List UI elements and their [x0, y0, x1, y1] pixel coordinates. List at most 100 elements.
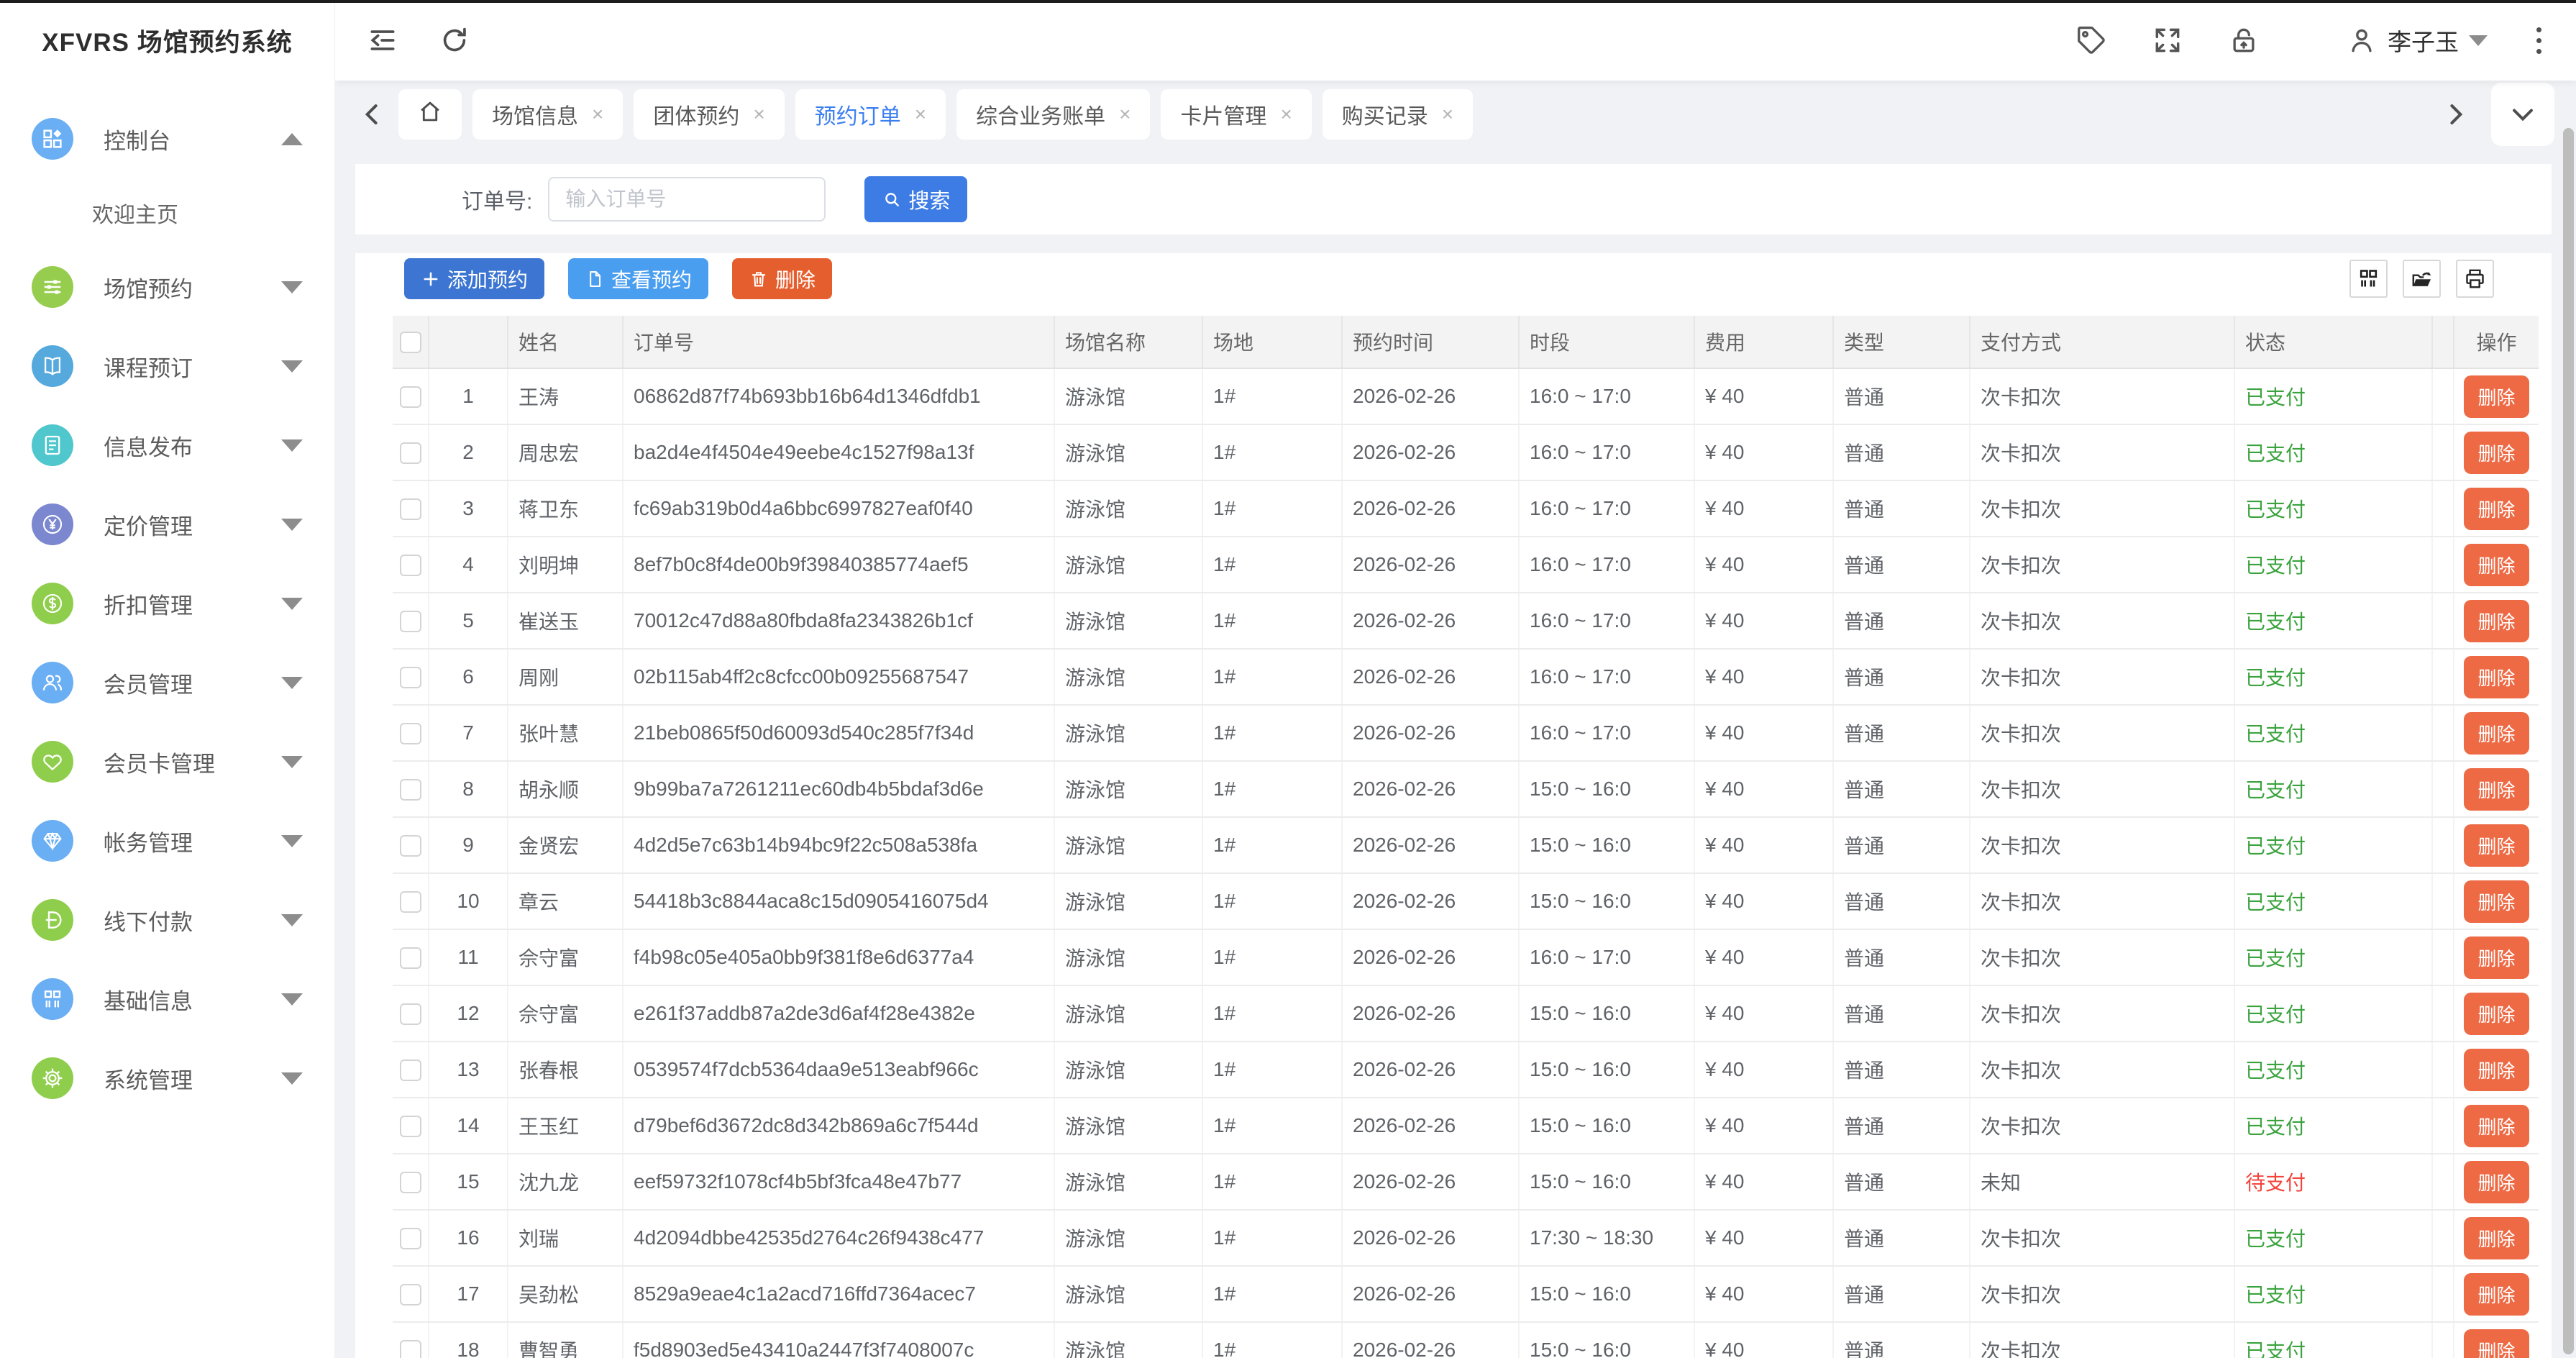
row-checkbox[interactable]	[400, 1284, 421, 1305]
sidebar-item-offline-payment[interactable]: 线下付款	[0, 880, 334, 960]
cell-venue: 游泳馆	[1054, 1098, 1202, 1154]
close-icon[interactable]: ×	[1119, 104, 1131, 124]
offline-pay-icon	[32, 899, 73, 941]
row-checkbox[interactable]	[400, 1059, 421, 1081]
row-checkbox[interactable]	[400, 723, 421, 744]
row-delete-button[interactable]: 删除	[2464, 1217, 2529, 1259]
close-icon[interactable]: ×	[592, 104, 603, 124]
cell-date: 2026-02-26	[1342, 480, 1519, 537]
tab-purchase-records[interactable]: 购买记录×	[1323, 89, 1473, 140]
sidebar-item-system[interactable]: 系统管理	[0, 1039, 334, 1118]
tabs-scroll-left-icon[interactable]	[357, 99, 388, 130]
row-delete-button[interactable]: 删除	[2464, 1329, 2529, 1358]
row-delete-button[interactable]: 删除	[2464, 993, 2529, 1035]
collapse-sidebar-icon[interactable]	[367, 24, 398, 56]
sidebar-subitem-welcome[interactable]: 欢迎主页	[0, 178, 334, 247]
tabs-dropdown-button[interactable]	[2491, 83, 2554, 146]
refresh-icon[interactable]	[439, 24, 470, 56]
row-checkbox[interactable]	[400, 498, 421, 520]
sidebar-item-venue-booking[interactable]: 场馆预约	[0, 247, 334, 327]
row-checkbox[interactable]	[400, 891, 421, 913]
lock-icon[interactable]	[2228, 24, 2260, 56]
row-checkbox[interactable]	[400, 1116, 421, 1137]
row-delete-button[interactable]: 删除	[2464, 600, 2529, 642]
vertical-scrollbar[interactable]	[2563, 128, 2574, 1354]
row-checkbox[interactable]	[400, 667, 421, 688]
export-icon[interactable]	[2403, 260, 2441, 298]
row-delete-button[interactable]: 删除	[2464, 432, 2529, 474]
fullscreen-icon[interactable]	[2152, 24, 2183, 56]
cell-action: 删除	[2454, 649, 2539, 705]
row-delete-button[interactable]: 删除	[2464, 544, 2529, 586]
row-delete-button[interactable]: 删除	[2464, 1049, 2529, 1091]
row-delete-button[interactable]: 删除	[2464, 1161, 2529, 1203]
status-badge: 已支付	[2245, 947, 2306, 970]
cell-checkbox	[393, 985, 429, 1042]
order-number-input[interactable]	[548, 177, 826, 222]
row-checkbox[interactable]	[400, 1340, 421, 1358]
sidebar-item-console[interactable]: 控制台	[0, 99, 334, 178]
tab-group-booking[interactable]: 团体预约×	[634, 89, 784, 140]
close-icon[interactable]: ×	[1280, 104, 1292, 124]
sidebar-item-base-info[interactable]: 基础信息	[0, 960, 334, 1039]
cell-name: 张春根	[508, 1042, 623, 1098]
cell-checkbox	[393, 1266, 429, 1322]
row-delete-button[interactable]: 删除	[2464, 1105, 2529, 1147]
columns-icon[interactable]	[2349, 260, 2388, 298]
cell-spacer	[2432, 368, 2454, 424]
tab-card-management[interactable]: 卡片管理×	[1161, 89, 1311, 140]
search-button[interactable]: 搜索	[864, 176, 967, 222]
cell-checkbox	[393, 649, 429, 705]
row-delete-button[interactable]: 删除	[2464, 937, 2529, 979]
cell-fee: ¥ 40	[1694, 1322, 1833, 1358]
view-booking-button[interactable]: 查看预约	[568, 258, 708, 299]
tab-venue-info[interactable]: 场馆信息×	[472, 89, 623, 140]
row-checkbox[interactable]	[400, 947, 421, 969]
sidebar-item-pricing[interactable]: 定价管理	[0, 485, 334, 564]
sidebar-item-member-cards[interactable]: 会员卡管理	[0, 722, 334, 801]
row-delete-button[interactable]: 删除	[2464, 824, 2529, 867]
row-checkbox[interactable]	[400, 442, 421, 464]
cell-spacer	[2432, 705, 2454, 761]
tab-home[interactable]	[398, 89, 462, 140]
row-checkbox[interactable]	[400, 779, 421, 801]
select-all-checkbox[interactable]	[400, 332, 421, 353]
row-delete-button[interactable]: 删除	[2464, 768, 2529, 811]
close-icon[interactable]: ×	[915, 104, 926, 124]
close-icon[interactable]: ×	[753, 104, 764, 124]
sidebar-item-info-publish[interactable]: 信息发布	[0, 406, 334, 485]
cell-venue: 游泳馆	[1054, 929, 1202, 985]
sidebar-item-course-booking[interactable]: 课程预订	[0, 327, 334, 406]
row-checkbox[interactable]	[400, 1228, 421, 1249]
row-checkbox[interactable]	[400, 555, 421, 576]
sidebar-item-accounting[interactable]: 帐务管理	[0, 801, 334, 880]
row-delete-button[interactable]: 删除	[2464, 1273, 2529, 1316]
row-delete-button[interactable]: 删除	[2464, 712, 2529, 755]
tag-icon[interactable]	[2075, 24, 2107, 56]
row-checkbox[interactable]	[400, 386, 421, 408]
tabs-scroll-right-icon[interactable]	[2439, 99, 2471, 130]
row-delete-button[interactable]: 删除	[2464, 656, 2529, 698]
print-icon[interactable]	[2456, 260, 2494, 298]
row-checkbox[interactable]	[400, 835, 421, 857]
row-checkbox[interactable]	[400, 1172, 421, 1193]
close-icon[interactable]: ×	[1442, 104, 1453, 124]
cell-name: 张叶慧	[508, 705, 623, 761]
cell-checkbox	[393, 593, 429, 649]
add-booking-button[interactable]: 添加预约	[404, 258, 544, 299]
row-delete-button[interactable]: 删除	[2464, 488, 2529, 530]
tab-business-bills[interactable]: 综合业务账单×	[956, 89, 1150, 140]
sidebar-item-discount[interactable]: 折扣管理	[0, 564, 334, 643]
row-delete-button[interactable]: 删除	[2464, 880, 2529, 923]
row-checkbox[interactable]	[400, 1003, 421, 1025]
sidebar-item-members[interactable]: 会员管理	[0, 643, 334, 722]
row-checkbox[interactable]	[400, 611, 421, 632]
more-menu-icon[interactable]	[2534, 24, 2544, 57]
tab-booking-orders[interactable]: 预约订单×	[795, 89, 946, 140]
delete-button[interactable]: 删除	[732, 258, 832, 299]
row-delete-button[interactable]: 删除	[2464, 375, 2529, 418]
cell-name: 金贤宏	[508, 817, 623, 873]
cell-date: 2026-02-26	[1342, 985, 1519, 1042]
user-menu[interactable]: 李子玉	[2301, 23, 2488, 58]
table-row: 18曹智勇f5d8903ed5e43410a2447f3f7408007c游泳馆…	[393, 1322, 2539, 1358]
